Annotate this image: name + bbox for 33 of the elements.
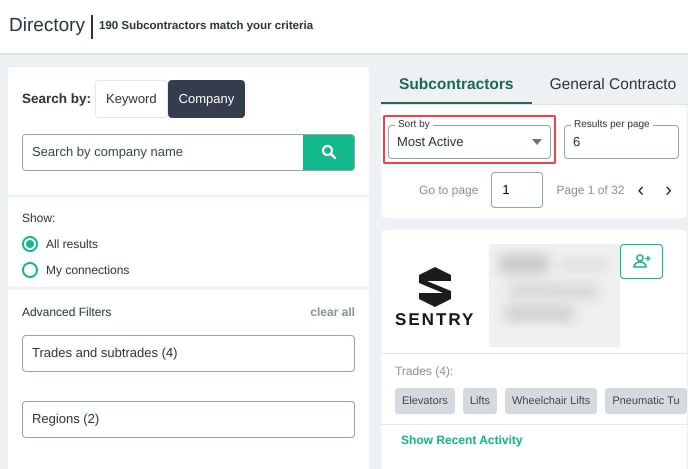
add-contact-button[interactable]	[620, 244, 664, 279]
search-mode-tab[interactable]: Keyword	[95, 80, 168, 118]
trades-label: Trades (4):	[395, 362, 454, 380]
trade-tag: Wheelchair Lifts	[505, 388, 598, 414]
caret-icon	[532, 139, 542, 145]
trade-tag: Lifts	[462, 388, 498, 414]
search-button[interactable]	[303, 134, 354, 170]
radio-button[interactable]	[22, 236, 38, 252]
radio-button[interactable]	[22, 262, 38, 278]
show-label: Show:	[22, 210, 56, 226]
sort-dropdown[interactable]: Sort by Most Active	[388, 120, 551, 159]
trade-tag: Elevators	[395, 388, 455, 414]
next-page-button[interactable]: ›	[665, 180, 672, 200]
results-per-page-field[interactable]: Results per page 6	[564, 120, 679, 159]
search-mode-tab[interactable]: Company	[168, 80, 246, 118]
page-title: Directory	[9, 14, 86, 38]
previous-page-button[interactable]: ‹	[637, 180, 644, 200]
radio-label[interactable]: My connections	[46, 260, 130, 278]
tab[interactable]: General Contracto	[532, 67, 687, 104]
radio-label[interactable]: All results	[46, 234, 98, 252]
section-title: Advanced Filters	[22, 304, 112, 320]
search-field[interactable]: Search by company name	[22, 134, 355, 170]
page-info: Page 1 of 32	[556, 182, 624, 199]
go-to-page-label: Go to page	[419, 182, 478, 199]
trade-tag: Pneumatic Tu	[605, 388, 687, 414]
results-count: 190 Subcontractors match your criteria	[99, 18, 314, 34]
filter-dropdown[interactable]: Trades and subtrades (4)	[22, 334, 355, 372]
page-input[interactable]: 1	[491, 172, 544, 208]
add-person-icon	[632, 254, 651, 268]
company-logo: SENTRY	[395, 254, 476, 343]
filter-dropdown[interactable]: Regions (2)	[22, 400, 355, 438]
search-label: Search by:	[22, 90, 92, 108]
search-icon	[320, 144, 336, 160]
